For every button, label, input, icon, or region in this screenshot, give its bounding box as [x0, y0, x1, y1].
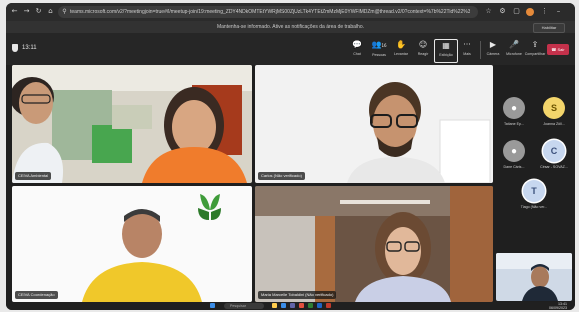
- participant-video: [255, 186, 493, 302]
- file-explorer-icon[interactable]: [272, 303, 277, 308]
- pdf-icon[interactable]: [326, 303, 331, 308]
- person-icon: ●: [510, 146, 518, 157]
- participant-name: Carlos (Não verificado): [258, 172, 305, 180]
- word-icon[interactable]: [317, 303, 322, 308]
- mic-icon: 🎤: [509, 40, 519, 49]
- more-label: Mais: [463, 52, 471, 56]
- reload-icon[interactable]: ↻: [34, 7, 43, 16]
- camera-icon: ▶: [489, 40, 497, 49]
- chat-icon: 💬: [352, 40, 362, 49]
- participant-avatar[interactable]: S: [543, 97, 565, 119]
- participant-name: Tiago (Não ver...: [520, 205, 548, 209]
- screen-frame: ← → ↻ ⌂ ⚲ teams.microsoft.com/v2/?meetin…: [6, 3, 575, 310]
- people-label: Pessoas: [372, 53, 386, 57]
- people-button[interactable]: 👥16 Pessoas: [368, 39, 390, 61]
- taskbar-search[interactable]: Pesquisar: [224, 303, 264, 309]
- taskbar-clock: 13:41 06/09/2023: [549, 302, 567, 310]
- menu-icon[interactable]: ⋮: [540, 7, 549, 16]
- home-icon[interactable]: ⌂: [46, 7, 55, 16]
- phone-icon: ☎: [551, 47, 557, 52]
- chat-label: Chat: [353, 52, 361, 56]
- video-tile-carlos[interactable]: Carlos (Não verificado): [255, 65, 493, 183]
- minimize-icon[interactable]: –: [554, 7, 563, 16]
- forward-icon[interactable]: →: [22, 7, 31, 16]
- video-tile-ceiva-coordenacao[interactable]: CEIVA Coordenação: [12, 186, 252, 302]
- people-count: 16: [381, 43, 387, 48]
- react-button[interactable]: ☺ Reagir: [412, 39, 434, 61]
- mic-button[interactable]: 🎤 Microfone: [503, 39, 525, 61]
- extensions-icon[interactable]: ⚙: [498, 7, 507, 16]
- star-icon[interactable]: ☆: [484, 7, 493, 16]
- excel-icon[interactable]: [308, 303, 313, 308]
- react-label: Reagir: [417, 52, 429, 56]
- chrome-icon[interactable]: [299, 303, 304, 308]
- shield-icon: [12, 44, 18, 52]
- url-text: teams.microsoft.com/v2/?meetingjoin=true…: [70, 9, 470, 15]
- participant-name: Dane Cáris...: [503, 165, 525, 169]
- more-icon: ···: [463, 40, 471, 49]
- view-icon: ▦: [442, 41, 450, 50]
- tabs-icon[interactable]: ▢: [512, 7, 521, 16]
- react-icon: ☺: [418, 40, 428, 49]
- participant-name: CEIVA Ambiental: [15, 172, 52, 180]
- more-button[interactable]: ··· Mais: [456, 39, 478, 61]
- participant-avatar[interactable]: ●: [503, 97, 525, 119]
- teams-icon[interactable]: [290, 303, 295, 308]
- self-view-video[interactable]: [496, 253, 572, 301]
- view-label: Exibição: [439, 53, 453, 57]
- raise-hand-button[interactable]: ✋ Levantar: [390, 39, 412, 61]
- notification-bar: Mantenha-se informado. Ative as notifica…: [6, 21, 575, 33]
- participant-video: [255, 65, 493, 183]
- video-tile-maria-marcelle[interactable]: Maria Marcelle Tobaldini (Não verificado…: [255, 186, 493, 302]
- participant-video: [12, 186, 252, 302]
- view-button[interactable]: ▦ Exibição: [434, 39, 458, 63]
- toolbar-divider: [480, 41, 481, 59]
- people-icon: 👥16: [371, 40, 387, 49]
- person-icon: ●: [510, 103, 518, 114]
- share-icon: ⇪: [531, 40, 539, 49]
- address-bar[interactable]: ⚲ teams.microsoft.com/v2/?meetingjoin=tr…: [58, 6, 478, 18]
- self-video: [496, 253, 572, 301]
- back-icon[interactable]: ←: [10, 7, 19, 16]
- enable-notifications-button[interactable]: Habilitar: [533, 23, 565, 33]
- participant-roster: ● Tatiane Ep... S Joanna Zöll... ● Dane …: [493, 65, 575, 255]
- camera-button[interactable]: ▶ Câmera: [482, 39, 504, 61]
- share-label: Compartilhar: [524, 52, 546, 56]
- raise-hand-icon: ✋: [396, 40, 406, 49]
- notification-text: Mantenha-se informado. Ative as notifica…: [216, 24, 365, 30]
- participant-video: [12, 65, 252, 183]
- browser-bar: ← → ↻ ⌂ ⚲ teams.microsoft.com/v2/?meetin…: [6, 3, 575, 21]
- video-tile-ceiva-ambiental[interactable]: CEIVA Ambiental: [12, 65, 252, 183]
- participant-avatar[interactable]: ●: [503, 140, 525, 162]
- mic-label: Microfone: [506, 52, 522, 56]
- share-button[interactable]: ⇪ Compartilhar: [524, 39, 546, 61]
- participant-name: Maria Marcelle Tobaldini (Não verificado…: [258, 291, 337, 299]
- meeting-toolbar: 13:11 💬 Chat 👥16 Pessoas ✋ Levantar ☺ Re…: [6, 33, 575, 65]
- leave-button[interactable]: ☎ Sair: [547, 44, 569, 55]
- windows-taskbar: Pesquisar 13:41 06/09/2023: [6, 302, 575, 310]
- leave-label: Sair: [557, 47, 565, 52]
- participant-avatar[interactable]: T: [523, 180, 545, 202]
- edge-icon[interactable]: [281, 303, 286, 308]
- meeting-timer: 13:11: [22, 45, 37, 51]
- profile-icon[interactable]: [526, 8, 534, 16]
- participant-avatar[interactable]: C: [543, 140, 565, 162]
- camera-label: Câmera: [486, 52, 500, 56]
- participant-name: CEIVA Coordenação: [15, 291, 58, 299]
- site-info-icon[interactable]: ⚲: [60, 7, 69, 16]
- clock-date: 06/09/2023: [549, 306, 567, 310]
- participant-name: Tatiane Ep...: [504, 122, 524, 126]
- participant-name: César - SOVAZ...: [540, 165, 568, 169]
- raise-hand-label: Levantar: [394, 52, 408, 56]
- participant-name: Joanna Zöll...: [543, 122, 565, 126]
- chat-button[interactable]: 💬 Chat: [346, 39, 368, 61]
- start-icon[interactable]: [210, 303, 215, 308]
